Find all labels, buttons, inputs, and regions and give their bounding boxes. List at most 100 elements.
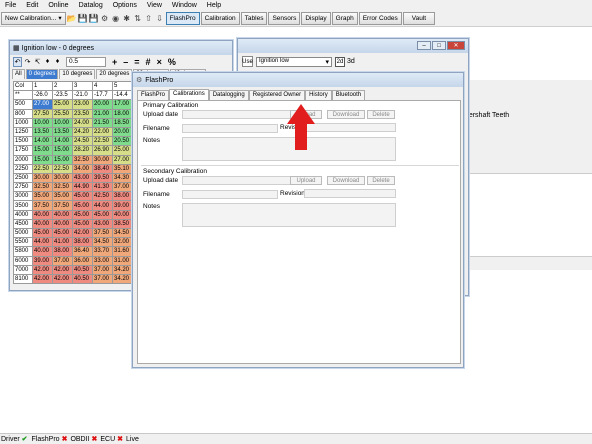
table-cell[interactable]: 37.00 [112,182,133,193]
tab-history[interactable]: History [305,90,332,100]
tab-20-degrees[interactable]: 20 degrees [96,69,133,79]
table-cell[interactable]: 13.50 [52,126,73,138]
tables-button[interactable]: Tables [240,11,268,25]
table-cell[interactable]: 40.00 [32,246,53,257]
table-cell[interactable]: 43.00 [72,172,93,184]
table-cell[interactable]: 41.30 [92,182,113,193]
multiply-icon[interactable]: × [157,57,162,67]
table-cell[interactable]: 21.00 [92,108,113,119]
table-cell[interactable]: 30.00 [52,172,73,184]
connect-icon[interactable]: ⇅ [133,12,143,24]
calibration-button[interactable]: Calibration [200,11,240,25]
view-3d-button[interactable]: 3d [347,58,355,65]
primary-download-button[interactable]: Download [327,110,365,119]
error-codes-button[interactable]: Error Codes [358,11,402,25]
table-cell[interactable]: 44.00 [92,200,113,211]
table-cell[interactable]: 36.00 [72,255,93,266]
table-cell[interactable]: 40.00 [52,209,73,220]
menu-file[interactable]: File [0,2,21,9]
table-cell[interactable]: 30.00 [32,172,53,184]
hash-icon[interactable]: # [146,57,151,67]
table-cell[interactable]: 32.50 [32,182,53,193]
menu-options[interactable]: Options [108,2,142,9]
table-cell[interactable]: 35.00 [52,191,73,202]
interpolate-icon[interactable]: ↸ [33,57,42,67]
table-cell[interactable]: 27.00 [32,99,53,110]
table-cell[interactable]: 33.70 [92,246,113,257]
table-cell[interactable]: 18.50 [112,117,133,128]
table-cell[interactable]: 27.00 [112,154,133,165]
table-cell[interactable]: 36.40 [72,246,93,257]
table-cell[interactable]: 40.00 [112,209,133,220]
table-cell[interactable]: 34.50 [112,227,133,239]
table-cell[interactable]: 44.90 [72,182,93,193]
flashpro-title-bar[interactable]: ⚙ FlashPro [133,73,463,87]
menu-datalog[interactable]: Datalog [74,2,108,9]
menu-view[interactable]: View [142,2,167,9]
table-cell[interactable]: 15.00 [32,145,53,156]
table-cell[interactable]: 40.50 [72,264,93,275]
table-cell[interactable]: 45.00 [32,227,53,239]
table-cell[interactable]: 45.00 [72,218,93,230]
table-cell[interactable]: 42.00 [32,273,53,285]
table-cell[interactable]: 32.50 [72,154,93,165]
tab-datalogging[interactable]: Datalogging [208,90,249,100]
table-cell[interactable]: 14.00 [32,136,53,147]
table-cell[interactable]: 38.40 [92,163,113,174]
table-cell[interactable]: 43.00 [92,218,113,230]
table-cell[interactable]: 34.00 [72,163,93,174]
table-cell[interactable]: 44.00 [32,237,53,248]
table-cell[interactable]: 25.00 [52,99,73,110]
table-cell[interactable]: 40.00 [52,218,73,230]
table-cell[interactable]: 31.60 [112,246,133,257]
table-cell[interactable]: 34.50 [92,237,113,248]
table-cell[interactable]: 37.00 [52,255,73,266]
view-2d-button[interactable]: 2d [335,56,345,67]
table-cell[interactable]: 15.00 [32,154,53,165]
table-cell[interactable]: 10.00 [32,117,53,128]
table-cell[interactable]: 22.50 [52,163,73,174]
table-cell[interactable]: 28.20 [72,145,93,156]
tab-0-degrees[interactable]: 0 degrees [25,69,59,79]
tab-flashpro[interactable]: FlashPro [137,90,170,100]
select-icon[interactable]: ↶ [13,56,22,67]
table-cell[interactable]: 14.00 [52,136,73,147]
table-cell[interactable]: 34.20 [112,264,133,275]
table-cell[interactable]: 42.50 [92,191,113,202]
table-cell[interactable]: 34.30 [112,172,133,184]
table-cell[interactable]: 32.50 [52,182,73,193]
table-cell[interactable]: 35.10 [112,163,133,174]
table-cell[interactable]: 34.20 [112,273,133,285]
upload-icon[interactable]: ⇧ [144,12,154,24]
table-cell[interactable]: 15.00 [52,154,73,165]
table-cell[interactable]: 24.00 [72,117,93,128]
table-cell[interactable]: 42.00 [72,227,93,239]
table-cell[interactable]: 45.00 [92,209,113,220]
tab-all[interactable]: All [12,69,25,79]
secondary-delete-button[interactable]: Delete [367,176,395,185]
ignition-window-title-bar[interactable]: ▦ Ignition low - 0 degrees [10,41,232,55]
bluetooth-icon[interactable]: ✱ [122,12,132,24]
equals-icon[interactable]: = [134,57,139,67]
table-cell[interactable]: 42.00 [32,264,53,275]
download-icon[interactable]: ⇩ [155,12,165,24]
table-cell[interactable]: 37.50 [52,200,73,211]
table-cell[interactable]: 13.50 [32,126,53,138]
table-cell[interactable]: 20.50 [112,136,133,147]
table-cell[interactable]: 41.00 [52,237,73,248]
table-cell[interactable]: 38.00 [72,237,93,248]
table-cell[interactable]: 10.00 [52,117,73,128]
percent-icon[interactable]: % [168,57,176,67]
table-cell[interactable]: 32.00 [112,237,133,248]
table-cell[interactable]: 30.00 [92,154,113,165]
table-cell[interactable]: 17.00 [112,99,133,110]
tab-10-degrees[interactable]: 10 degrees [59,69,96,79]
table-cell[interactable]: 45.00 [72,209,93,220]
menu-edit[interactable]: Edit [21,2,43,9]
table-cell[interactable]: 37.00 [92,264,113,275]
table-cell[interactable]: 39.00 [32,255,53,266]
table-cell[interactable]: 23.00 [72,99,93,110]
table-cell[interactable]: 37.00 [92,273,113,285]
plus-icon[interactable]: + [112,57,117,67]
graph-button[interactable]: Graph [331,11,358,25]
